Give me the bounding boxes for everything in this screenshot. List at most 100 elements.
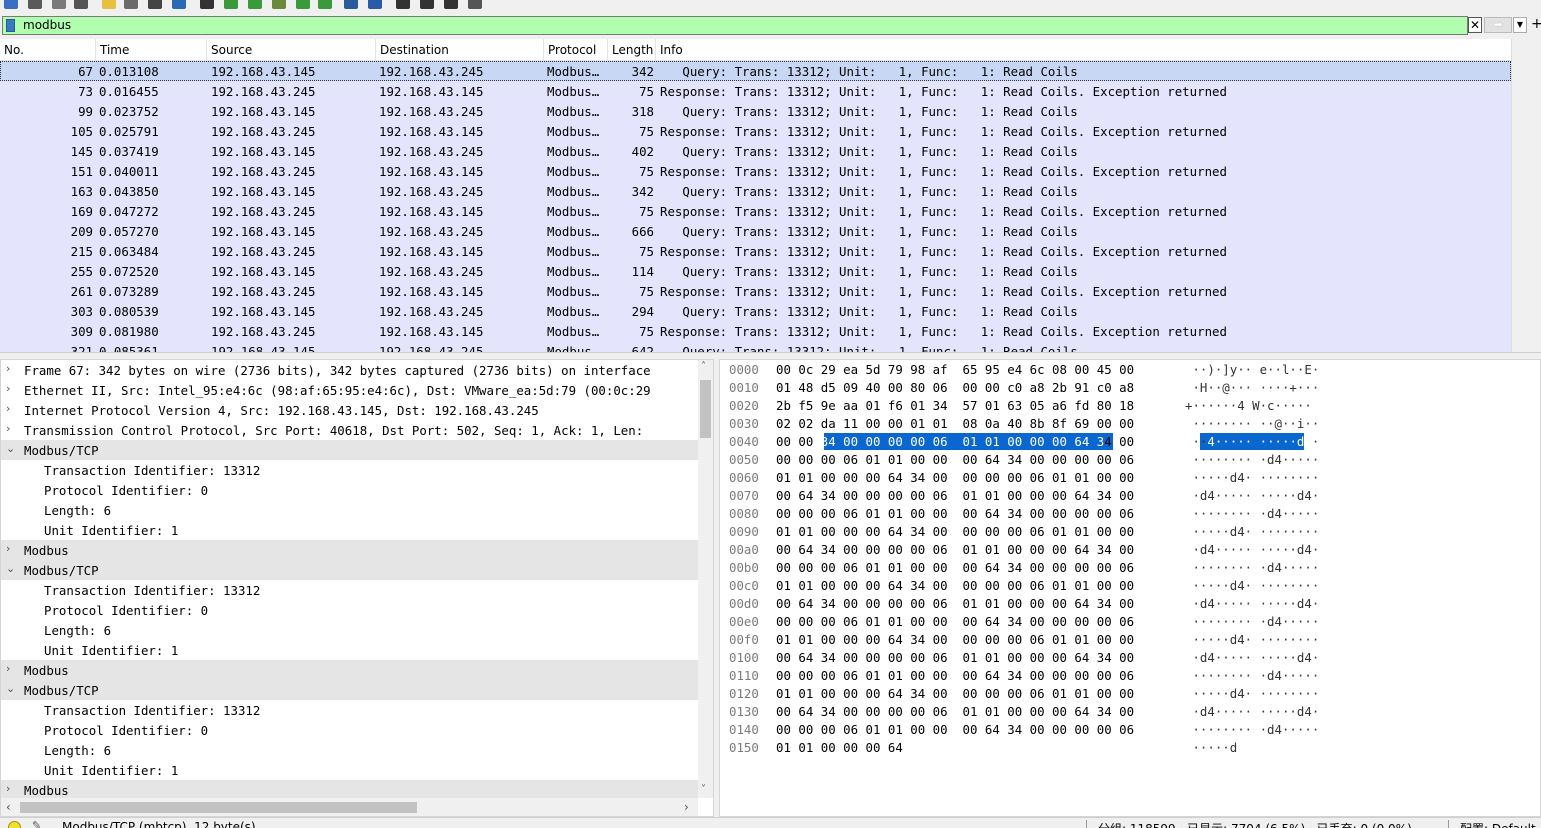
expanded-chevron-icon[interactable]: ⌄ — [6, 562, 16, 575]
detail-tree-item[interactable]: Transaction Identifier: 13312 — [1, 580, 698, 600]
detail-tree-item[interactable]: › Modbus — [1, 660, 698, 680]
column-header-source[interactable]: Source — [207, 39, 376, 61]
scroll-up-icon[interactable]: ˄ — [701, 361, 706, 372]
packet-row[interactable]: 303 0.080539 192.168.43.145 192.168.43.245 M… — [0, 301, 1511, 321]
zoom-in-icon[interactable] — [396, 0, 410, 9]
collapsed-chevron-icon[interactable]: › — [6, 422, 16, 435]
collapsed-chevron-icon[interactable]: › — [6, 382, 16, 395]
hex-row[interactable]: 0150 01 01 00 00 00 64 ·····d — [720, 739, 1540, 757]
hex-row[interactable]: 00b0 00 00 00 06 01 01 00 00 00 64 34 00 … — [720, 559, 1540, 577]
hex-row[interactable]: 0100 00 64 34 00 00 00 00 06 01 01 00 00 … — [720, 649, 1540, 667]
column-header-time[interactable]: Time — [96, 39, 207, 61]
capture-comment-icon[interactable]: ✎ — [32, 819, 41, 828]
pane-splitter[interactable] — [0, 352, 1541, 359]
packet-list-scrollbar[interactable] — [1511, 39, 1541, 352]
zoom-out-icon[interactable] — [420, 0, 434, 9]
detail-tree-item[interactable]: Unit Identifier: 1 — [1, 520, 698, 540]
hex-row[interactable]: 0120 01 01 00 00 00 64 34 00 00 00 00 06 … — [720, 685, 1540, 703]
restart-icon[interactable] — [52, 0, 66, 9]
detail-tree-item[interactable]: › Modbus — [1, 540, 698, 560]
detail-tree-item[interactable]: ⌄ Modbus/TCP — [1, 440, 698, 460]
detail-tree-item[interactable]: ⌄ Modbus/TCP — [1, 560, 698, 580]
resize-columns-icon[interactable] — [468, 0, 482, 9]
detail-tree-item[interactable]: › Ethernet II, Src: Intel_95:e4:6c (98:af… — [1, 380, 698, 400]
packet-row[interactable]: 255 0.072520 192.168.43.145 192.168.43.245 M… — [0, 261, 1511, 281]
packet-row[interactable]: 309 0.081980 192.168.43.245 192.168.43.145 M… — [0, 321, 1511, 341]
hex-row[interactable]: 00e0 00 00 00 06 01 01 00 00 00 64 34 00 … — [720, 613, 1540, 631]
collapsed-chevron-icon[interactable]: › — [6, 662, 16, 675]
detail-tree-item[interactable]: Length: 6 — [1, 620, 698, 640]
hex-row[interactable]: 00a0 00 64 34 00 00 00 00 06 01 01 00 00 … — [720, 541, 1540, 559]
hex-row[interactable]: 0080 00 00 00 06 01 01 00 00 00 64 34 00 … — [720, 505, 1540, 523]
packet-row[interactable]: 261 0.073289 192.168.43.245 192.168.43.145 M… — [0, 281, 1511, 301]
apply-filter-button[interactable]: ➡ — [1484, 17, 1512, 33]
detail-tree-item[interactable]: Unit Identifier: 1 — [1, 760, 698, 780]
shark-fin-icon[interactable] — [4, 0, 18, 9]
detail-tree-item[interactable]: Protocol Identifier: 0 — [1, 720, 698, 740]
close-file-icon[interactable] — [148, 0, 162, 9]
column-header-no[interactable]: No. — [0, 39, 96, 61]
packet-row[interactable]: 73 0.016455 192.168.43.245 192.168.43.145 Mo… — [0, 81, 1511, 101]
packet-row[interactable]: 99 0.023752 192.168.43.145 192.168.43.245 Mo… — [0, 101, 1511, 121]
add-filter-button[interactable]: + — [1531, 17, 1541, 33]
packet-row[interactable]: 145 0.037419 192.168.43.145 192.168.43.245 M… — [0, 141, 1511, 161]
hex-row[interactable]: 0060 01 01 00 00 00 64 34 00 00 00 00 06 … — [720, 469, 1540, 487]
scroll-right-icon[interactable]: › — [684, 800, 689, 814]
hex-row[interactable]: 00d0 00 64 34 00 00 00 00 06 01 01 00 00 … — [720, 595, 1540, 613]
go-to-packet-icon[interactable] — [272, 0, 286, 9]
hex-row[interactable]: 0040 00 00 34 00 00 00 00 06 01 01 00 00 … — [720, 433, 1540, 451]
detail-tree-item[interactable]: Length: 6 — [1, 500, 698, 520]
autoscroll-icon[interactable] — [344, 0, 358, 9]
details-horizontal-scrollbar[interactable]: ‹ › — [1, 798, 698, 816]
display-filter-input[interactable]: modbus — [2, 16, 1468, 35]
packet-row[interactable]: 321 0.085361 192.168.43.145 192.168.43.245 M… — [0, 341, 1511, 352]
hex-row[interactable]: 00c0 01 01 00 00 00 64 34 00 00 00 00 06 … — [720, 577, 1540, 595]
hex-row[interactable]: 0110 00 00 00 06 01 01 00 00 00 64 34 00 … — [720, 667, 1540, 685]
hex-row[interactable]: 0070 00 64 34 00 00 00 00 06 01 01 00 00 … — [720, 487, 1540, 505]
detail-tree-item[interactable]: › Modbus — [1, 780, 698, 798]
hex-row[interactable]: 0010 01 48 d5 09 40 00 80 06 00 00 c0 a8 … — [720, 379, 1540, 397]
column-header-length[interactable]: Length — [608, 39, 656, 61]
collapsed-chevron-icon[interactable]: › — [6, 542, 16, 555]
column-header-protocol[interactable]: Protocol — [544, 39, 608, 61]
detail-tree-item[interactable]: Length: 6 — [1, 740, 698, 760]
packet-row[interactable]: 163 0.043850 192.168.43.145 192.168.43.245 M… — [0, 181, 1511, 201]
options-icon[interactable] — [74, 0, 88, 9]
detail-tree-item[interactable]: › Internet Protocol Version 4, Src: 192.1… — [1, 400, 698, 420]
expanded-chevron-icon[interactable]: ⌄ — [6, 442, 16, 455]
details-hscroll-thumb[interactable] — [20, 802, 417, 813]
expanded-chevron-icon[interactable]: ⌄ — [6, 682, 16, 695]
column-header-info[interactable]: Info — [656, 39, 1511, 61]
expert-info-icon[interactable] — [8, 821, 21, 828]
filter-bookmark-icon[interactable] — [6, 19, 15, 32]
packet-row[interactable]: 209 0.057270 192.168.43.145 192.168.43.245 M… — [0, 221, 1511, 241]
column-header-destination[interactable]: Destination — [376, 39, 544, 61]
packet-row[interactable]: 67 0.013108 192.168.43.145 192.168.43.245 Mo… — [0, 61, 1511, 81]
detail-tree-item[interactable]: Unit Identifier: 1 — [1, 640, 698, 660]
detail-tree-item[interactable]: Transaction Identifier: 13312 — [1, 460, 698, 480]
detail-tree-item[interactable]: Protocol Identifier: 0 — [1, 600, 698, 620]
status-profile[interactable]: 配置: Default — [1460, 820, 1536, 828]
packet-row[interactable]: 151 0.040011 192.168.43.245 192.168.43.145 M… — [0, 161, 1511, 181]
hex-row[interactable]: 0130 00 64 34 00 00 00 00 06 01 01 00 00 … — [720, 703, 1540, 721]
last-packet-icon[interactable] — [318, 0, 332, 9]
hex-row[interactable]: 0030 02 02 da 11 00 00 01 01 08 0a 40 8b … — [720, 415, 1540, 433]
save-icon[interactable] — [124, 0, 138, 9]
clear-filter-button[interactable]: ✕ — [1468, 17, 1482, 33]
scroll-left-icon[interactable]: ‹ — [6, 800, 11, 814]
detail-tree-item[interactable]: › Transmission Control Protocol, Src Port… — [1, 420, 698, 440]
open-icon[interactable] — [102, 0, 116, 9]
colorize-icon[interactable] — [368, 0, 382, 9]
packet-list-scroll-thumb[interactable] — [1511, 39, 1541, 352]
detail-tree-item[interactable]: ⌄ Modbus/TCP — [1, 680, 698, 700]
collapsed-chevron-icon[interactable]: › — [6, 782, 16, 795]
collapsed-chevron-icon[interactable]: › — [6, 362, 16, 375]
hex-row[interactable]: 0020 2b f5 9e aa 01 f6 01 34 57 01 63 05 … — [720, 397, 1540, 415]
stop-icon[interactable] — [28, 0, 42, 9]
find-icon[interactable] — [200, 0, 214, 9]
details-vertical-scrollbar[interactable]: ˄ ˅ — [698, 360, 713, 798]
go-back-icon[interactable] — [224, 0, 238, 9]
go-forward-icon[interactable] — [248, 0, 262, 9]
first-packet-icon[interactable] — [296, 0, 310, 9]
hex-row[interactable]: 0050 00 00 00 06 01 01 00 00 00 64 34 00 … — [720, 451, 1540, 469]
